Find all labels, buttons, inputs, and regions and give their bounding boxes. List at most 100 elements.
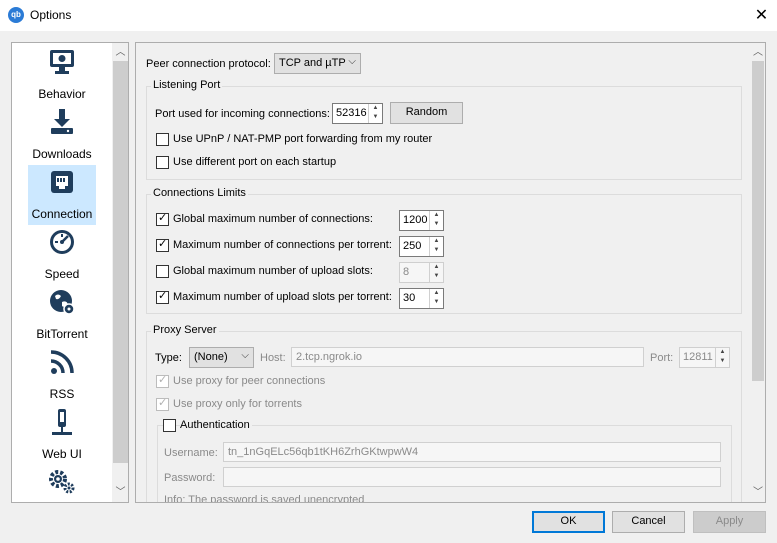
sidebar-item-label: BitTorrent (36, 327, 88, 341)
different-port-label: Use different port on each startup (173, 156, 337, 168)
protocol-value: TCP and µTP (279, 57, 346, 69)
chevron-down-icon: ⌵ (348, 56, 356, 67)
apply-button[interactable]: Apply (693, 511, 766, 533)
port-value: 52316 (336, 107, 367, 119)
proxy-port-spinbox[interactable]: 12811 ▲ ▼ (679, 347, 730, 368)
sidebar-scrollbar[interactable]: ︿ ﹀ (112, 43, 128, 502)
sidebar-item-connection[interactable]: Connection (28, 165, 96, 225)
authentication-checkbox[interactable] (163, 419, 176, 432)
password-input[interactable] (223, 467, 721, 487)
sidebar-item-behavior[interactable]: Behavior (28, 45, 96, 105)
proxy-type-select[interactable]: (None) ⌵ (189, 347, 254, 368)
rss-icon (50, 350, 74, 374)
protocol-select[interactable]: TCP and µTP ⌵ (274, 53, 361, 74)
sidebar-item-label: Downloads (32, 147, 92, 161)
sidebar-item-label: Behavior (38, 87, 86, 101)
sidebar-item-label: RSS (49, 387, 75, 401)
upload-slots-per-torrent-value: 30 (403, 292, 416, 304)
upload-slots-per-torrent-spinbox[interactable]: 30 ▲ ▼ (399, 288, 444, 309)
global-max-connections-spinbox[interactable]: 1200 ▲ ▼ (399, 210, 444, 231)
global-upload-slots-checkbox[interactable] (156, 265, 169, 278)
random-port-button[interactable]: Random (390, 102, 463, 124)
cancel-button[interactable]: Cancel (612, 511, 685, 533)
proxy-host-label: Host: (260, 352, 286, 364)
spin-arrows-icon[interactable]: ▲ ▼ (715, 348, 729, 367)
username-value: tn_1nGqELc56qb1tKH6ZrhGKtwpwW4 (228, 446, 419, 458)
listening-port-title: Listening Port (151, 79, 223, 91)
different-port-checkbox[interactable] (156, 156, 169, 169)
checkmark-icon: ✓ (158, 397, 168, 409)
spin-arrows-icon[interactable]: ▲ ▼ (429, 289, 443, 308)
authentication-group (157, 425, 732, 502)
scroll-down-icon[interactable]: ﹀ (112, 484, 128, 501)
upload-slots-per-torrent-checkbox[interactable]: ✓ (156, 290, 169, 304)
scroll-up-icon[interactable]: ︿ (751, 44, 765, 61)
proxy-torrents-only-checkbox[interactable]: ✓ (156, 397, 169, 411)
qbittorrent-logo-icon: qb (8, 7, 24, 23)
password-info-text: Info: The password is saved unencrypted (164, 494, 365, 503)
scroll-down-icon[interactable]: ﹀ (751, 484, 765, 501)
password-label: Password: (164, 472, 216, 484)
sidebar-item-advanced[interactable] (28, 465, 96, 502)
max-connections-per-torrent-value: 250 (403, 240, 422, 252)
proxy-port-value: 12811 (683, 351, 713, 363)
proxy-torrents-only-label: Use proxy only for torrents (173, 398, 302, 410)
checkmark-icon: ✓ (158, 212, 168, 224)
spin-arrows-icon[interactable]: ▲ ▼ (368, 104, 382, 123)
proxy-port-label: Port: (650, 352, 674, 364)
max-connections-per-torrent-spinbox[interactable]: 250 ▲ ▼ (399, 236, 444, 257)
upnp-label: Use UPnP / NAT-PMP port forwarding from … (173, 133, 433, 145)
sidebar-item-rss[interactable]: RSS (28, 345, 96, 405)
sidebar-item-label: Speed (44, 267, 80, 281)
close-button[interactable]: ✕ (746, 0, 777, 31)
sidebar-scroll-thumb[interactable] (113, 61, 128, 463)
proxy-host-input[interactable]: 2.tcp.ngrok.io (291, 347, 644, 367)
upload-slots-per-torrent-label: Maximum number of upload slots per torre… (173, 291, 392, 303)
connection-settings-panel: Peer connection protocol: TCP and µTP ⌵ … (135, 42, 766, 503)
upnp-checkbox[interactable] (156, 133, 169, 146)
authentication-label: Authentication (180, 419, 252, 431)
port-label: Port used for incoming connections: (155, 108, 330, 120)
proxy-host-value: 2.tcp.ngrok.io (296, 351, 363, 363)
chevron-down-icon: ⌵ (241, 350, 249, 361)
global-upload-slots-spinbox[interactable]: 8 ▲ ▼ (399, 262, 444, 283)
download-icon (51, 109, 73, 134)
network-icon (51, 171, 73, 193)
spin-arrows-icon[interactable]: ▲ ▼ (429, 263, 443, 282)
speedometer-icon (50, 230, 74, 254)
scroll-up-icon[interactable]: ︿ (112, 44, 128, 61)
sidebar-item-label: Web UI (42, 447, 82, 461)
global-max-connections-checkbox[interactable]: ✓ (156, 212, 169, 226)
checkmark-icon: ✓ (158, 238, 168, 250)
proxy-type-label: Type: (155, 352, 182, 364)
proxy-type-value: (None) (194, 351, 228, 363)
spin-arrows-icon[interactable]: ▲ ▼ (429, 211, 443, 230)
settings-sidebar: Behavior Downloads Connection Speed BitT… (11, 42, 129, 503)
title-bar (0, 0, 777, 31)
content-scrollbar[interactable]: ︿ ﹀ (751, 43, 765, 502)
sidebar-item-downloads[interactable]: Downloads (28, 105, 96, 165)
sidebar-item-bittorrent[interactable]: BitTorrent (28, 285, 96, 345)
global-upload-slots-label: Global maximum number of upload slots: (173, 265, 373, 277)
sidebar-item-webui[interactable]: Web UI (28, 405, 96, 465)
connections-limits-title: Connections Limits (151, 187, 248, 199)
window-title: Options (30, 8, 72, 22)
content-scroll-thumb[interactable] (752, 61, 764, 381)
global-max-connections-label: Global maximum number of connections: (173, 213, 373, 225)
sidebar-item-speed[interactable]: Speed (28, 225, 96, 285)
globe-icon (50, 290, 75, 315)
spin-arrows-icon[interactable]: ▲ ▼ (429, 237, 443, 256)
proxy-peer-checkbox[interactable]: ✓ (156, 374, 169, 388)
username-input[interactable]: tn_1nGqELc56qb1tKH6ZrhGKtwpwW4 (223, 442, 721, 462)
gears-icon (49, 470, 75, 494)
webui-icon (52, 409, 72, 435)
max-connections-per-torrent-checkbox[interactable]: ✓ (156, 238, 169, 252)
checkmark-icon: ✓ (158, 290, 168, 302)
global-upload-slots-value: 8 (403, 266, 410, 278)
ok-button[interactable]: OK (532, 511, 605, 533)
port-spinbox[interactable]: 52316 ▲ ▼ (332, 103, 383, 124)
max-connections-per-torrent-label: Maximum number of connections per torren… (173, 239, 392, 251)
sidebar-item-label: Connection (31, 207, 93, 221)
protocol-label: Peer connection protocol: (146, 58, 271, 70)
checkmark-icon: ✓ (158, 374, 168, 386)
